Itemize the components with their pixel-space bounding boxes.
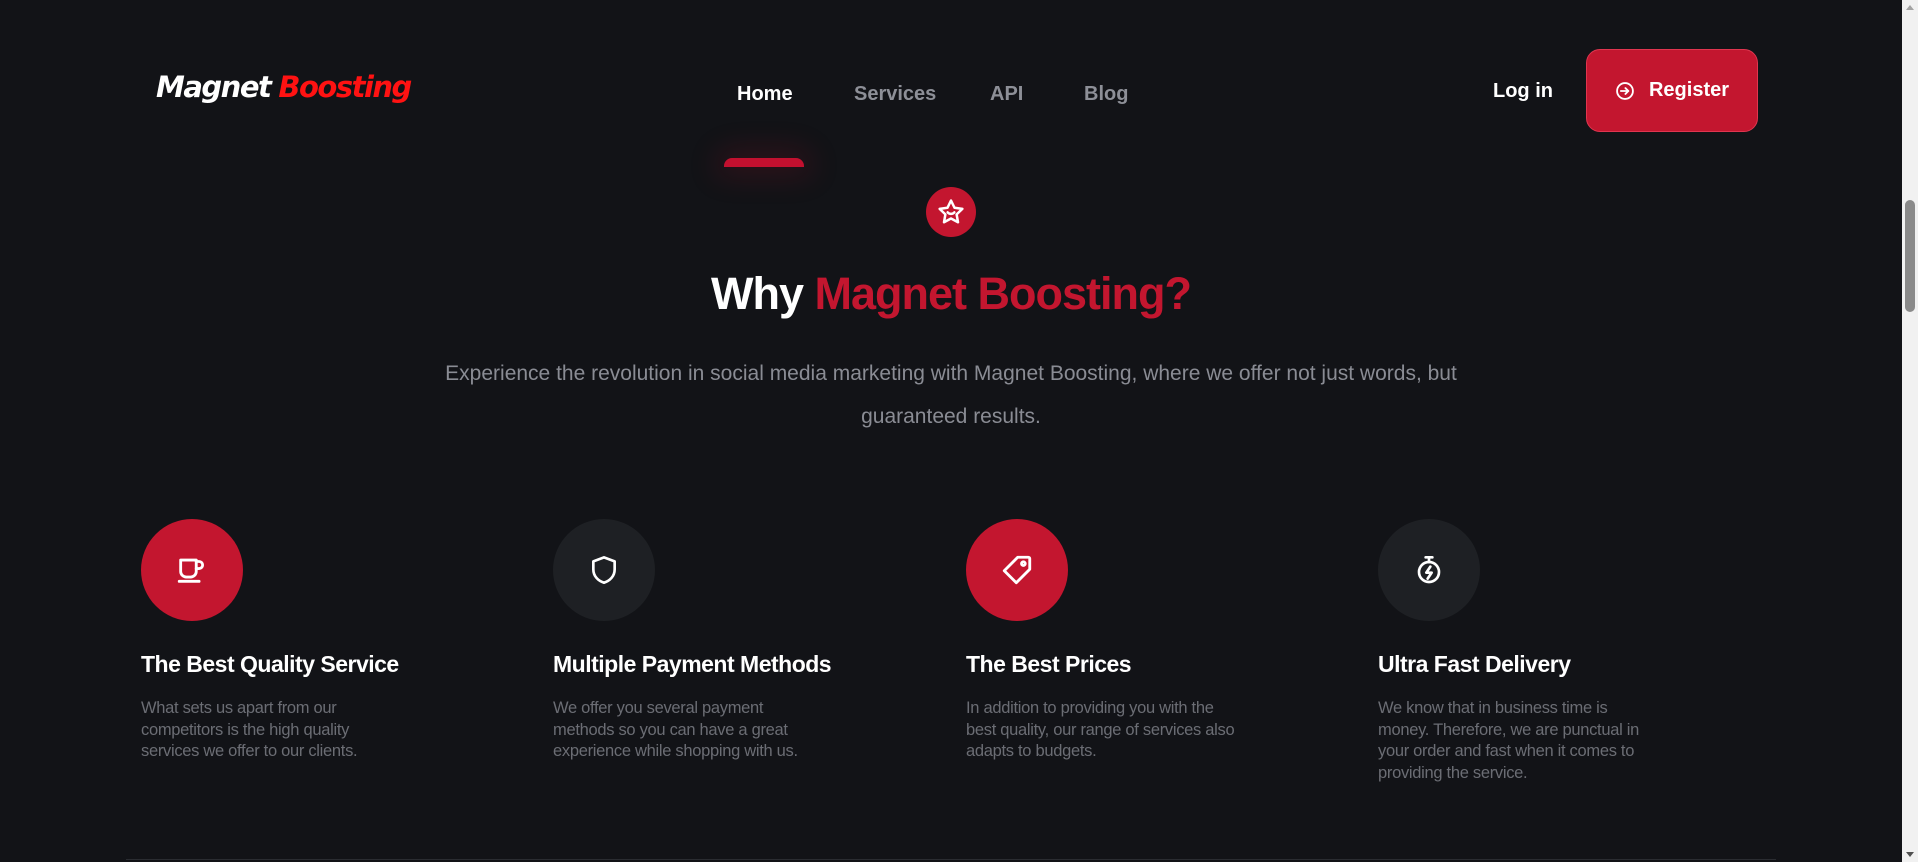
headline-accent: Magnet Boosting?	[814, 268, 1192, 319]
page-scrollbar[interactable]	[1902, 0, 1918, 862]
section-headline: Why Magnet Boosting?	[0, 268, 1902, 320]
register-button[interactable]: Register	[1586, 49, 1758, 132]
sign-in-icon	[1615, 81, 1635, 101]
feature-title: Ultra Fast Delivery	[1378, 651, 1571, 677]
nav-api[interactable]: API	[990, 83, 1023, 106]
nav-home[interactable]: Home	[737, 83, 793, 106]
feature-description: We know that in business time is money. …	[1378, 699, 1639, 782]
price-tag-icon	[966, 519, 1068, 621]
login-link[interactable]: Log in	[1493, 80, 1553, 103]
register-label: Register	[1648, 79, 1730, 101]
nav-blog[interactable]: Blog	[1084, 83, 1128, 106]
star-icon	[926, 187, 976, 237]
feature-delivery: Ultra Fast Delivery We know that in busi…	[1378, 519, 1678, 784]
scroll-up-arrow-icon[interactable]	[1906, 5, 1914, 10]
active-nav-indicator	[724, 158, 804, 167]
stopwatch-icon	[1378, 519, 1480, 621]
feature-description: What sets us apart from our competitors …	[141, 699, 358, 760]
section-subtext: Experience the revolution in social medi…	[445, 362, 1457, 428]
feature-payment: Multiple Payment Methods We offer you se…	[553, 519, 853, 763]
feature-title: The Best Prices	[966, 651, 1132, 677]
feature-prices: The Best Prices In addition to providing…	[966, 519, 1266, 763]
feature-description: In addition to providing you with the be…	[966, 699, 1235, 760]
feature-description: We offer you several payment methods so …	[553, 699, 798, 760]
feature-title: The Best Quality Service	[141, 651, 399, 677]
feature-title: Multiple Payment Methods	[553, 651, 832, 677]
coffee-cup-icon	[141, 519, 243, 621]
section-divider	[126, 859, 1776, 860]
headline-prefix: Why	[711, 268, 804, 319]
nav-services[interactable]: Services	[854, 83, 936, 106]
shield-icon	[553, 519, 655, 621]
feature-quality: The Best Quality Service What sets us ap…	[141, 519, 441, 763]
scroll-down-arrow-icon[interactable]	[1906, 852, 1914, 857]
scroll-thumb[interactable]	[1905, 200, 1915, 312]
